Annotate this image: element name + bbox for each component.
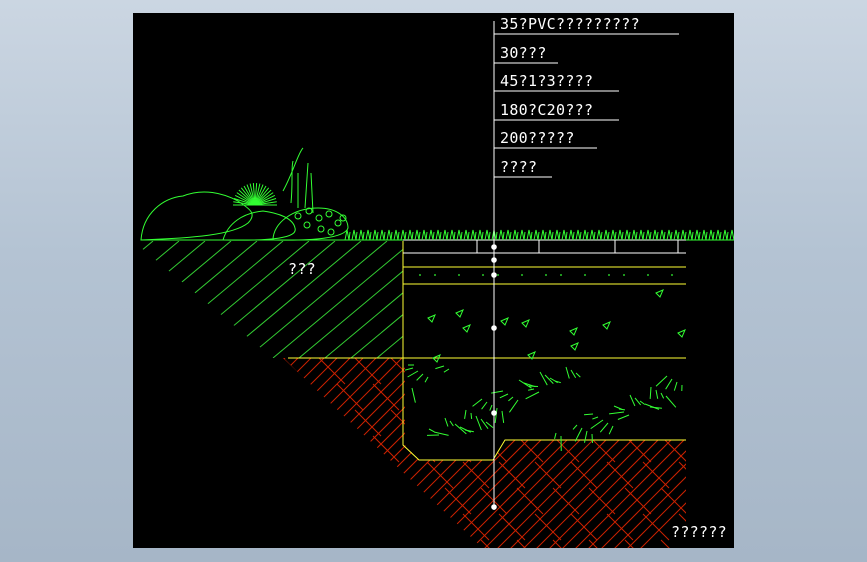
grass-tufts xyxy=(344,229,734,241)
mortar-layer xyxy=(419,274,673,276)
footer-label: ?????? xyxy=(671,523,727,541)
cad-drawing: 35?PVC????????? 30??? 45?1?3???? 180?C20… xyxy=(133,13,734,548)
layer-label-gravel: 200????? xyxy=(500,129,575,147)
trench-fill xyxy=(405,358,686,460)
soil-label: ??? xyxy=(288,260,316,278)
layer-label-tile: 30??? xyxy=(500,44,547,62)
section-drawing xyxy=(133,21,734,548)
foliage xyxy=(294,207,347,236)
concrete-layer xyxy=(427,289,686,363)
layer-label-concrete: 180?C20??? xyxy=(500,101,594,119)
layer-label-mortar: 45?1?3???? xyxy=(500,72,594,90)
pavement-slabs xyxy=(403,239,686,254)
shrub-and-rocks xyxy=(140,147,349,241)
layer-label-pvc: 35?PVC????????? xyxy=(500,15,640,33)
layer-label-earth: ???? xyxy=(500,158,538,176)
